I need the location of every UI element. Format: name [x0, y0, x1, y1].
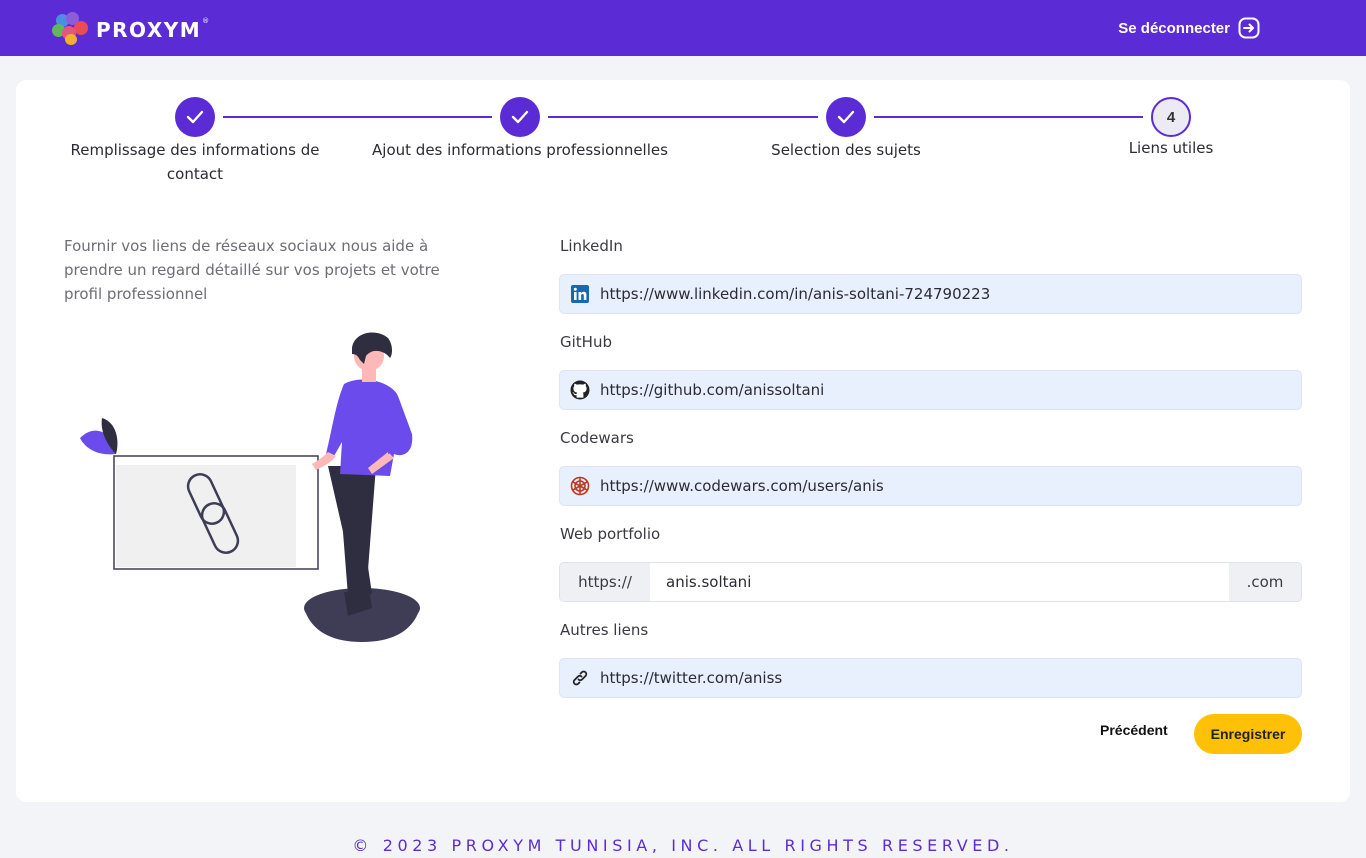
proxym-logo[interactable]: PROXYM®	[52, 12, 211, 46]
step-connector	[548, 116, 818, 118]
check-icon	[837, 110, 855, 124]
footer-copyright: © 2023 PROXYM TUNISIA, INC. ALL RIGHTS R…	[352, 836, 1014, 855]
portfolio-input-group: https:// anis.soltani .com	[559, 562, 1302, 602]
linkedin-label: LinkedIn	[560, 237, 623, 255]
brand-name: PROXYM®	[96, 17, 211, 42]
step-4-circle[interactable]: 4	[1151, 97, 1191, 137]
logo-mark-icon	[52, 12, 92, 46]
step-2-label: Ajout des informations professionnelles	[372, 141, 668, 159]
codewars-value: https://www.codewars.com/users/anis	[600, 477, 884, 495]
github-input[interactable]: https://github.com/anissoltani	[559, 370, 1302, 410]
step-4-number: 4	[1166, 108, 1176, 126]
portfolio-prefix: https://	[560, 563, 650, 601]
other-links-label: Autres liens	[560, 621, 649, 639]
step-1-circle[interactable]	[175, 97, 215, 137]
codewars-icon	[560, 466, 600, 506]
step-connector	[874, 116, 1143, 118]
portfolio-input[interactable]: anis.soltani	[650, 563, 1229, 601]
step-connector	[223, 116, 492, 118]
step-1-label: Remplissage des informations de contact	[70, 141, 320, 183]
github-value: https://github.com/anissoltani	[600, 381, 825, 399]
linkedin-icon	[560, 274, 600, 314]
github-label: GitHub	[560, 333, 612, 351]
codewars-input[interactable]: https://www.codewars.com/users/anis	[559, 466, 1302, 506]
portfolio-suffix: .com	[1229, 563, 1301, 601]
other-links-value: https://twitter.com/aniss	[600, 669, 783, 687]
step-3-label: Selection des sujets	[771, 141, 921, 159]
portfolio-label: Web portfolio	[560, 525, 661, 543]
save-button[interactable]: Enregistrer	[1194, 714, 1302, 754]
previous-button[interactable]: Précédent	[1100, 722, 1168, 738]
logout-icon	[1238, 17, 1260, 39]
github-icon	[560, 370, 600, 410]
step-2-circle[interactable]	[500, 97, 540, 137]
logout-label: Se déconnecter	[1118, 19, 1230, 37]
step-4-label: Liens utiles	[1128, 139, 1214, 157]
codewars-label: Codewars	[560, 429, 634, 447]
check-icon	[511, 110, 529, 124]
other-links-input[interactable]: https://twitter.com/aniss	[559, 658, 1302, 698]
linkedin-input[interactable]: https://www.linkedin.com/in/anis-soltani…	[559, 274, 1302, 314]
linkedin-value: https://www.linkedin.com/in/anis-soltani…	[600, 285, 991, 303]
intro-text: Fournir vos liens de réseaux sociaux nou…	[64, 237, 440, 303]
step-3-circle[interactable]	[826, 97, 866, 137]
logout-button[interactable]: Se déconnecter	[1118, 16, 1260, 40]
check-icon	[186, 110, 204, 124]
link-icon	[560, 658, 600, 698]
links-illustration	[80, 332, 420, 642]
top-navbar: PROXYM® Se déconnecter	[0, 0, 1366, 56]
